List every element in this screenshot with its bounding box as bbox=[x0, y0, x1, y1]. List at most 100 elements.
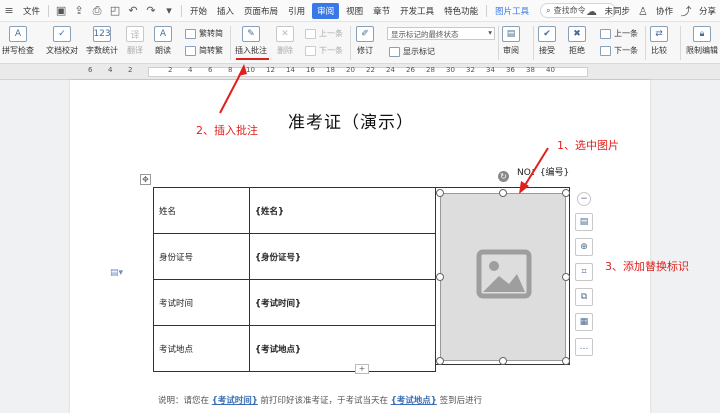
restrict-edit-button[interactable]: 🔒︎ 限制编辑 bbox=[686, 26, 718, 56]
table-cell-value[interactable]: {身份证号} bbox=[249, 233, 436, 280]
print-icon[interactable]: ⎙ bbox=[90, 4, 104, 18]
explain-middle: 前打印好该准考证，于考试当天在 bbox=[260, 396, 389, 406]
resize-handle[interactable] bbox=[436, 189, 444, 197]
ruler-label: 2 bbox=[168, 66, 173, 74]
collab-button[interactable]: 协作 bbox=[652, 0, 677, 22]
paragraph-options-icon[interactable]: ▤▾ bbox=[110, 268, 123, 278]
tab-picture-tools[interactable]: 图片工具 bbox=[490, 0, 534, 22]
revise-button[interactable]: ✐ 修订 bbox=[356, 26, 374, 56]
ruler-label: 6 bbox=[88, 66, 93, 74]
review-pane-button[interactable]: ▤ 审阅 bbox=[502, 26, 520, 56]
accept-button[interactable]: ✔ 接受 bbox=[538, 26, 556, 56]
tab-review[interactable]: 审阅 bbox=[312, 2, 340, 19]
rotate-handle-icon[interactable]: ↻ bbox=[498, 171, 509, 182]
resize-handle[interactable] bbox=[562, 357, 570, 365]
change-picture-icon[interactable]: ⧉ bbox=[575, 288, 593, 306]
table-cell-value[interactable]: {考试时间} bbox=[249, 279, 436, 326]
simp-convert-button[interactable]: 简转繁 bbox=[185, 45, 223, 56]
prev-comment-button[interactable]: 上一条 bbox=[305, 28, 343, 39]
trad-convert-icon bbox=[185, 28, 196, 39]
word-count-button[interactable]: 123 字数统计 bbox=[86, 26, 118, 56]
zoom-icon[interactable]: ⊕ bbox=[575, 238, 593, 256]
tab-features[interactable]: 特色功能 bbox=[439, 0, 483, 22]
explain-suffix: 签到后进行 bbox=[439, 396, 483, 406]
undo-icon[interactable]: ↶ bbox=[126, 4, 140, 18]
read-aloud-button[interactable]: A 朗读 bbox=[154, 26, 172, 56]
resize-handle[interactable] bbox=[436, 273, 444, 281]
user-icon: ♙ bbox=[638, 4, 648, 18]
ruler-label: 2 bbox=[128, 66, 133, 74]
tab-view[interactable]: 视图 bbox=[341, 0, 368, 22]
tab-insert[interactable]: 插入 bbox=[212, 0, 239, 22]
layout-options-icon[interactable]: ▤ bbox=[575, 213, 593, 231]
reject-icon: ✖ bbox=[568, 26, 586, 42]
chevron-down-icon[interactable]: ▾ bbox=[162, 4, 176, 18]
next-comment-button[interactable]: 下一条 bbox=[305, 45, 343, 56]
exam-info-table: 姓名 {姓名} 身份证号 {身份证号} 考试时间 {考试时间} 考试地点 {考试… bbox=[153, 187, 436, 372]
table-move-handle-icon[interactable]: ✥ bbox=[140, 174, 151, 185]
photo-placeholder-image[interactable] bbox=[440, 193, 566, 361]
document-title: 准考证（演示） bbox=[288, 113, 414, 133]
next-change-icon bbox=[600, 45, 611, 56]
prev-change-button[interactable]: 上一条 bbox=[600, 28, 638, 39]
share-button[interactable]: 分享 bbox=[695, 0, 720, 22]
save-icon[interactable]: ▣ bbox=[54, 4, 68, 18]
file-menu[interactable]: 文件 bbox=[18, 0, 45, 22]
table-cell-label[interactable]: 姓名 bbox=[153, 187, 250, 234]
crop-icon[interactable]: ⌗ bbox=[575, 263, 593, 281]
export-icon[interactable]: ⇪ bbox=[72, 4, 86, 18]
translate-button[interactable]: 译 翻译 bbox=[126, 26, 144, 56]
resize-handle[interactable] bbox=[499, 189, 507, 197]
sync-status[interactable]: 未同步 bbox=[600, 0, 634, 22]
explain-prefix: 说明：请您在 bbox=[158, 396, 210, 406]
tab-home[interactable]: 开始 bbox=[185, 0, 212, 22]
compare-button[interactable]: ⇄ 比较 bbox=[650, 26, 668, 56]
table-cell-label[interactable]: 考试地点 bbox=[153, 325, 250, 372]
doc-proof-button[interactable]: ✓ 文档校对 bbox=[46, 26, 78, 56]
menu-icon[interactable]: ≡ bbox=[2, 4, 16, 18]
spell-check-button[interactable]: A 拼写检查 bbox=[2, 26, 34, 56]
insert-comment-button[interactable]: ✎ 插入批注 bbox=[235, 26, 267, 56]
add-row-button[interactable]: + bbox=[355, 364, 369, 374]
markup-state-select[interactable]: 显示标记的最终状态 bbox=[387, 27, 495, 40]
resize-handle[interactable] bbox=[562, 273, 570, 281]
resize-handle[interactable] bbox=[499, 357, 507, 365]
delete-comment-button[interactable]: ✕ 删除 bbox=[276, 26, 294, 56]
tab-references[interactable]: 引用 bbox=[283, 0, 310, 22]
table-cell-label[interactable]: 身份证号 bbox=[153, 233, 250, 280]
ruler-label: 24 bbox=[386, 66, 395, 74]
table-cell-value[interactable]: {考试地点} bbox=[249, 325, 436, 372]
prev-comment-icon bbox=[305, 28, 316, 39]
tab-section[interactable]: 章节 bbox=[368, 0, 395, 22]
tab-developer[interactable]: 开发工具 bbox=[395, 0, 439, 22]
horizontal-ruler[interactable]: 6 4 2 2 4 6 8 10 12 14 16 18 20 22 24 26… bbox=[0, 64, 720, 80]
trad-convert-button[interactable]: 繁转简 bbox=[185, 28, 223, 39]
collapse-icon[interactable]: − bbox=[577, 192, 591, 206]
insert-comment-underline bbox=[236, 58, 269, 60]
accept-icon: ✔ bbox=[538, 26, 556, 42]
ribbon-toolbar: A 拼写检查 ✓ 文档校对 123 字数统计 译 翻译 A 朗读 繁转简 简转繁… bbox=[0, 22, 720, 64]
table-cell-value[interactable]: {姓名} bbox=[249, 187, 436, 234]
merge-field-exam-time[interactable]: {考试时间} bbox=[212, 396, 258, 406]
lock-icon: 🔒︎ bbox=[693, 26, 711, 42]
picture-effects-icon[interactable]: ▦ bbox=[575, 313, 593, 331]
resize-handle[interactable] bbox=[436, 357, 444, 365]
ruler-label: 14 bbox=[286, 66, 295, 74]
merge-field-exam-location[interactable]: {考试地点} bbox=[391, 396, 437, 406]
reject-button[interactable]: ✖ 拒绝 bbox=[568, 26, 586, 56]
preview-icon[interactable]: ◰ bbox=[108, 4, 122, 18]
table-cell-label[interactable]: 考试时间 bbox=[153, 279, 250, 326]
next-change-button[interactable]: 下一条 bbox=[600, 45, 638, 56]
read-aloud-icon: A bbox=[154, 26, 172, 42]
ruler-label: 32 bbox=[466, 66, 475, 74]
comment-icon: ✎ bbox=[242, 26, 260, 42]
more-options-icon[interactable]: … bbox=[575, 338, 593, 356]
show-markup-icon bbox=[389, 46, 400, 57]
show-markup-button[interactable]: 显示标记 bbox=[389, 46, 435, 57]
tab-page-layout[interactable]: 页面布局 bbox=[239, 0, 283, 22]
spell-check-icon: A bbox=[9, 26, 27, 42]
redo-icon[interactable]: ↷ bbox=[144, 4, 158, 18]
account-group: ☁ 未同步 ♙ 协作 ⤴ 分享 bbox=[582, 0, 720, 22]
document-page[interactable]: 准考证（演示） NO：{编号} ✥ ▤▾ 姓名 {姓名} 身份证号 {身份证号}… bbox=[70, 80, 650, 413]
resize-handle[interactable] bbox=[562, 189, 570, 197]
